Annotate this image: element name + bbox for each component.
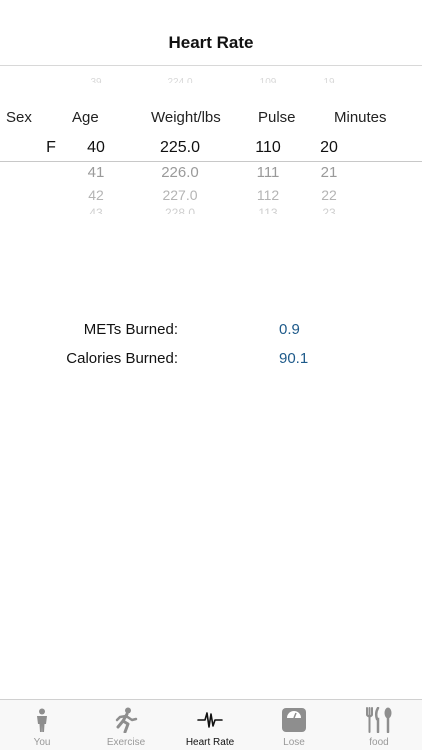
mets-row: METs Burned: 0.9 xyxy=(0,321,422,341)
weight-option: 226.0 xyxy=(161,164,199,181)
selected-sex: F xyxy=(46,139,56,156)
selected-pulse: 110 xyxy=(255,139,281,156)
age-option: 41 xyxy=(87,164,105,181)
tab-label: food xyxy=(369,737,389,748)
tab-bar: You Exercise Heart Rate Lose food xyxy=(0,699,422,750)
calories-label: Calories Burned: xyxy=(66,350,178,367)
selected-weight: 225.0 xyxy=(159,139,201,156)
tab-label: Lose xyxy=(283,737,305,748)
tab-label: Heart Rate xyxy=(185,737,235,748)
mets-value: 0.9 xyxy=(279,321,300,338)
pulse-option: 112 xyxy=(256,187,280,203)
header-sex: Sex xyxy=(6,109,32,126)
picker-wheel-minutes[interactable]: 19 20 21 22 23 xyxy=(309,66,349,216)
weight-option: 227.0 xyxy=(162,187,198,203)
navigation-bar: Heart Rate xyxy=(0,0,422,66)
minutes-option: 23 xyxy=(322,206,336,214)
runner-icon xyxy=(115,707,138,733)
tab-you[interactable]: You xyxy=(0,700,84,750)
age-option-above: 39 xyxy=(90,77,102,83)
calories-row: Calories Burned: 90.1 xyxy=(0,350,422,370)
pulse-option: 111 xyxy=(256,164,280,181)
tab-heart-rate[interactable]: Heart Rate xyxy=(168,700,252,750)
minutes-option: 21 xyxy=(320,164,338,181)
mets-label: METs Burned: xyxy=(83,321,178,338)
scale-icon xyxy=(282,708,306,732)
calories-value: 90.1 xyxy=(279,350,309,367)
pulse-option-above: 109 xyxy=(259,77,277,83)
picker-wheel-sex[interactable]: F xyxy=(36,66,66,216)
weight-option-above: 224.0 xyxy=(167,77,193,83)
picker-wheel-pulse[interactable]: 109 110 111 112 113 xyxy=(248,66,288,216)
selected-age: 40 xyxy=(87,139,105,156)
tab-label: You xyxy=(33,737,51,748)
heartbeat-icon xyxy=(197,712,223,728)
pulse-option: 113 xyxy=(258,206,278,214)
picker-wheel-age[interactable]: 39 40 41 42 43 xyxy=(76,66,116,216)
tab-exercise[interactable]: Exercise xyxy=(84,700,168,750)
age-option: 43 xyxy=(89,206,103,214)
minutes-option: 22 xyxy=(321,187,337,203)
selected-minutes: 20 xyxy=(320,139,338,156)
utensils-icon xyxy=(366,707,392,733)
weight-option: 228.0 xyxy=(164,206,196,214)
minutes-option-above: 19 xyxy=(323,77,335,83)
tab-lose[interactable]: Lose xyxy=(252,700,336,750)
tab-label: Exercise xyxy=(106,737,146,748)
age-option: 42 xyxy=(88,187,104,203)
tab-food[interactable]: food xyxy=(336,700,422,750)
picker-wheel-weight[interactable]: 224.0 225.0 226.0 227.0 228.0 xyxy=(150,66,210,216)
person-icon xyxy=(37,708,47,732)
heart-rate-picker[interactable]: Sex Age Weight/lbs Pulse Minutes F 39 40… xyxy=(0,66,422,216)
page-title: Heart Rate xyxy=(168,33,254,52)
